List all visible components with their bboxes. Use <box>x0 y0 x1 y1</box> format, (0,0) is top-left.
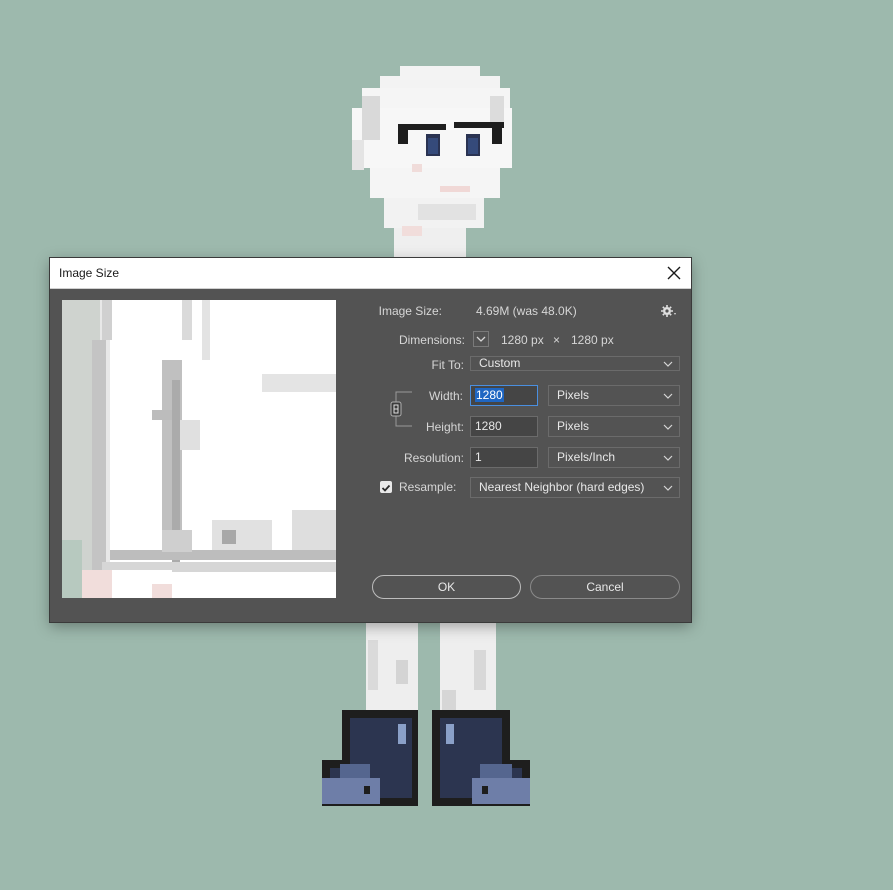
resample-label: Resample: <box>399 480 457 494</box>
fit-to-label: Fit To: <box>431 358 464 372</box>
dimensions-label: Dimensions: <box>398 333 465 347</box>
width-unit-value: Pixels <box>557 388 590 402</box>
height-value: 1280 <box>475 419 502 433</box>
dimensions-height-value: 1280 px <box>571 333 614 347</box>
gear-icon[interactable] <box>660 304 678 318</box>
fit-to-select[interactable]: Custom <box>470 356 680 371</box>
dimensions-dropdown[interactable] <box>473 331 489 347</box>
fit-to-value: Custom <box>479 356 521 370</box>
ok-button[interactable]: OK <box>372 575 521 599</box>
chevron-down-icon <box>663 361 673 367</box>
chevron-down-icon <box>663 455 673 461</box>
height-unit-value: Pixels <box>557 419 590 433</box>
image-size-value: 4.69M (was 48.0K) <box>476 304 577 318</box>
resolution-unit-value: Pixels/Inch <box>557 450 616 464</box>
preview-image <box>62 300 336 598</box>
chevron-down-icon <box>663 485 673 491</box>
chevron-down-icon <box>476 336 486 342</box>
resolution-value: 1 <box>475 450 482 464</box>
dimensions-width-value: 1280 px <box>501 333 544 347</box>
chevron-down-icon <box>663 424 673 430</box>
checkmark-icon <box>381 484 391 492</box>
image-size-dialog: Image Size Image Size: 4.69M (was 48.0K)… <box>50 258 691 622</box>
resample-method-select[interactable]: Nearest Neighbor (hard edges) <box>470 477 680 498</box>
width-label: Width: <box>428 389 463 403</box>
height-input[interactable]: 1280 <box>470 416 538 437</box>
resample-method-value: Nearest Neighbor (hard edges) <box>479 480 645 494</box>
cancel-button[interactable]: Cancel <box>530 575 680 599</box>
chevron-down-icon <box>663 393 673 399</box>
close-icon[interactable] <box>665 264 683 282</box>
dialog-title: Image Size <box>59 266 120 280</box>
width-input[interactable]: 1280 <box>470 385 538 406</box>
resample-checkbox[interactable] <box>380 481 392 493</box>
width-value: 1280 <box>475 388 504 402</box>
height-label: Height: <box>425 420 464 434</box>
width-unit-select[interactable]: Pixels <box>548 385 680 406</box>
resolution-input[interactable]: 1 <box>470 447 538 468</box>
resolution-unit-select[interactable]: Pixels/Inch <box>548 447 680 468</box>
resolution-label: Resolution: <box>403 451 464 465</box>
image-size-label: Image Size: <box>378 304 442 318</box>
dialog-titlebar[interactable]: Image Size <box>50 258 691 289</box>
height-unit-select[interactable]: Pixels <box>548 416 680 437</box>
dimensions-separator: × <box>553 333 561 347</box>
image-preview[interactable] <box>62 300 336 598</box>
